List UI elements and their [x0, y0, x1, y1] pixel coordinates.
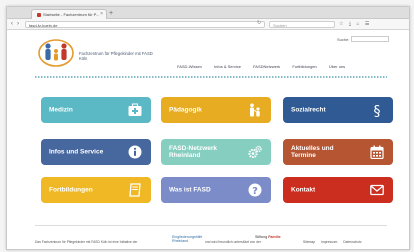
tile-fortbildungen[interactable]: Fortbildungen [41, 177, 151, 203]
tile-medizin[interactable]: Medizin [41, 97, 151, 123]
reload-icon[interactable]: ↻ [257, 20, 261, 26]
favicon-icon [37, 13, 41, 17]
tab-bar: Startseite - Fachzentrum für P... × + [7, 7, 409, 23]
nav-item-fortbildungen[interactable]: Fortbildungen [292, 64, 316, 69]
dotted-divider [35, 76, 387, 78]
web-page: Fachzentrum für Pflegekinder mit FASD Kö… [7, 31, 409, 249]
footer-links: Sitemap Impressum Datenschutz [303, 240, 367, 244]
info-icon [128, 145, 142, 159]
family-icon [250, 103, 260, 117]
tile-label: Was ist FASD [169, 186, 211, 194]
toolbar-icons[interactable]: ☆ ⤓ ⌂ ☰ [339, 21, 371, 27]
stiftung-familie-logo[interactable]: Stiftung Familie [255, 235, 281, 239]
footer-divider [35, 225, 387, 226]
browser-tab[interactable]: Startseite - Fachzentrum für P... × [31, 9, 107, 19]
back-icon[interactable]: ‹ [11, 21, 13, 27]
fasd-logo-icon[interactable] [37, 37, 75, 67]
tile-paedagogik[interactable]: Pädagogik [161, 97, 271, 123]
nav-item-ueber-uns[interactable]: Über uns [329, 64, 345, 69]
paragraph-icon: § [374, 104, 381, 118]
footer-link-datenschutz[interactable]: Datenschutz [343, 240, 361, 244]
site-search-input[interactable] [351, 36, 389, 42]
forward-icon[interactable]: › [17, 21, 19, 27]
tile-label: FASD-Netzwerk Rheinland [169, 145, 218, 159]
tile-was-ist-fasd[interactable]: Was ist FASD ? [161, 177, 271, 203]
footer-link-impressum[interactable]: Impressum [321, 240, 337, 244]
footer-text: Das Fachzentrum für Pflegekinder mit FAS… [35, 240, 138, 244]
tile-aktuelles-termine[interactable]: Aktuelles und Termine [283, 139, 393, 165]
tile-label: Infos und Service [49, 148, 104, 156]
tile-label: Aktuelles und Termine [291, 145, 334, 159]
eingliederungshilfe-logo[interactable]: Eingliederungshilfe Rheinland [172, 235, 202, 243]
tile-fasd-netzwerk[interactable]: FASD-Netzwerk Rheinland [161, 139, 271, 165]
gears-icon [248, 145, 262, 159]
book-icon [129, 183, 141, 197]
main-navigation: FASD-Wissen Infos & Service FASDNetzwerk… [177, 64, 356, 69]
calendar-icon [370, 145, 384, 159]
question-icon: ? [248, 183, 262, 197]
tile-label: Kontakt [291, 186, 316, 194]
nav-item-fasd-wissen[interactable]: FASD-Wissen [177, 64, 202, 69]
tile-kontakt[interactable]: Kontakt [283, 177, 393, 203]
medical-kit-icon [128, 103, 142, 116]
svg-text:§: § [374, 104, 381, 118]
stiftung-label: Stiftung [255, 235, 268, 239]
nav-item-infos-service[interactable]: Infos & Service [214, 64, 241, 69]
tile-label: Sozialrecht [291, 106, 326, 114]
url-input[interactable]: fasd-fz-koeln.de [25, 21, 265, 28]
familie-label: Familie [268, 235, 281, 239]
svg-text:?: ? [252, 186, 258, 197]
mail-icon [370, 184, 384, 196]
tile-sozialrecht[interactable]: Sozialrecht § [283, 97, 393, 123]
footer-link-sitemap[interactable]: Sitemap [303, 240, 315, 244]
tile-label: Fortbildungen [49, 186, 93, 194]
search-label: Suche: [337, 37, 350, 42]
browser-window: Startseite - Fachzentrum für P... × + ‹ … [6, 6, 410, 250]
tile-label: Medizin [49, 106, 73, 114]
browser-search-input[interactable]: Suchen [269, 21, 335, 28]
tile-label: Pädagogik [169, 106, 202, 114]
close-tab-icon[interactable]: × [100, 11, 103, 17]
footer-text-support: und wird freundlich unterstützt von der [205, 240, 261, 244]
nav-item-fasd-netzwerk[interactable]: FASDNetzwerk [253, 64, 280, 69]
tile-infos-service[interactable]: Infos und Service [41, 139, 151, 165]
address-bar: ‹ › fasd-fz-koeln.de ↻ Suchen ☆ ⤓ ⌂ ☰ [7, 19, 409, 30]
logo-title: Fachzentrum für Pflegekinder mit FASD Kö… [79, 51, 153, 61]
new-tab-button[interactable]: + [109, 10, 117, 18]
tab-title: Startseite - Fachzentrum für P... [43, 12, 100, 17]
